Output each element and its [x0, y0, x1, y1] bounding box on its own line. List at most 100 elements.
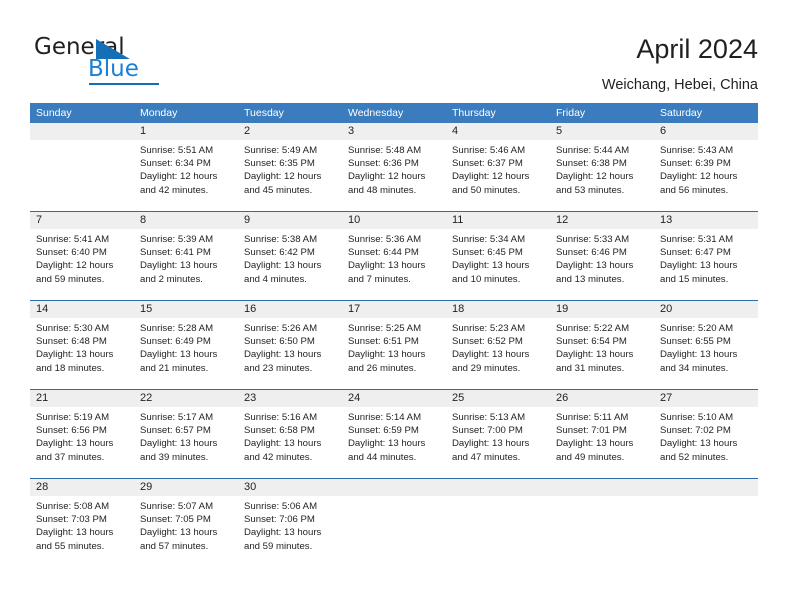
day-cell[interactable]: 3 Sunrise: 5:48 AM Sunset: 6:36 PM Dayli…	[342, 123, 446, 211]
daylight-line1: Daylight: 13 hours	[452, 260, 530, 272]
day-cell[interactable]: 24 Sunrise: 5:14 AM Sunset: 6:59 PM Dayl…	[342, 390, 446, 478]
sunset-text: Sunset: 6:42 PM	[244, 247, 315, 259]
daylight-line2: and 50 minutes.	[452, 184, 521, 196]
sunrise-text: Sunrise: 5:26 AM	[244, 323, 318, 334]
day-details: Sunrise: 5:36 AM Sunset: 6:44 PM Dayligh…	[342, 229, 446, 286]
daylight-line2: and 23 minutes.	[244, 362, 313, 374]
sunset-text: Sunset: 6:46 PM	[556, 247, 627, 259]
sunrise-text: Sunrise: 5:25 AM	[348, 323, 422, 334]
day-number	[30, 123, 134, 140]
day-number: 10	[342, 212, 446, 229]
day-number: 23	[238, 390, 342, 407]
daylight-line1: Daylight: 13 hours	[36, 527, 114, 539]
day-number: 6	[654, 123, 758, 140]
day-cell[interactable]: 29 Sunrise: 5:07 AM Sunset: 7:05 PM Dayl…	[134, 479, 238, 567]
weekday-header-friday: Friday	[556, 107, 586, 119]
sunset-text: Sunset: 6:47 PM	[660, 247, 731, 259]
daylight-line2: and 49 minutes.	[556, 451, 625, 463]
sunrise-text: Sunrise: 5:19 AM	[36, 412, 110, 423]
daylight-line2: and 59 minutes.	[36, 273, 105, 285]
day-cell[interactable]: 30 Sunrise: 5:06 AM Sunset: 7:06 PM Dayl…	[238, 479, 342, 567]
sunrise-text: Sunrise: 5:08 AM	[36, 501, 110, 512]
day-cell[interactable]: 2 Sunrise: 5:49 AM Sunset: 6:35 PM Dayli…	[238, 123, 342, 211]
day-details: Sunrise: 5:13 AM Sunset: 7:00 PM Dayligh…	[446, 407, 550, 464]
day-details: Sunrise: 5:23 AM Sunset: 6:52 PM Dayligh…	[446, 318, 550, 375]
daylight-line2: and 42 minutes.	[244, 451, 313, 463]
day-cell[interactable]	[654, 479, 758, 567]
daylight-line1: Daylight: 13 hours	[140, 349, 218, 361]
day-cell[interactable]	[550, 479, 654, 567]
sunrise-text: Sunrise: 5:07 AM	[140, 501, 214, 512]
day-number: 13	[654, 212, 758, 229]
day-cell[interactable]: 27 Sunrise: 5:10 AM Sunset: 7:02 PM Dayl…	[654, 390, 758, 478]
general-blue-logo[interactable]: General Blue	[34, 36, 214, 88]
day-cell[interactable]: 4 Sunrise: 5:46 AM Sunset: 6:37 PM Dayli…	[446, 123, 550, 211]
sunset-text: Sunset: 6:57 PM	[140, 425, 211, 437]
daylight-line1: Daylight: 13 hours	[348, 260, 426, 272]
day-cell[interactable]: 8 Sunrise: 5:39 AM Sunset: 6:41 PM Dayli…	[134, 212, 238, 300]
day-cell[interactable]: 5 Sunrise: 5:44 AM Sunset: 6:38 PM Dayli…	[550, 123, 654, 211]
day-cell[interactable]: 6 Sunrise: 5:43 AM Sunset: 6:39 PM Dayli…	[654, 123, 758, 211]
weekday-header-sunday: Sunday	[36, 107, 72, 119]
day-details: Sunrise: 5:26 AM Sunset: 6:50 PM Dayligh…	[238, 318, 342, 375]
daylight-line2: and 2 minutes.	[140, 273, 203, 285]
daylight-line2: and 31 minutes.	[556, 362, 625, 374]
day-number: 21	[30, 390, 134, 407]
day-details: Sunrise: 5:17 AM Sunset: 6:57 PM Dayligh…	[134, 407, 238, 464]
day-cell[interactable]: 13 Sunrise: 5:31 AM Sunset: 6:47 PM Dayl…	[654, 212, 758, 300]
day-details: Sunrise: 5:11 AM Sunset: 7:01 PM Dayligh…	[550, 407, 654, 464]
logo-underline	[89, 83, 159, 85]
daylight-line1: Daylight: 13 hours	[660, 438, 738, 450]
day-number	[446, 479, 550, 496]
sunrise-text: Sunrise: 5:11 AM	[556, 412, 629, 423]
daylight-line2: and 42 minutes.	[140, 184, 209, 196]
day-number: 25	[446, 390, 550, 407]
daylight-line1: Daylight: 13 hours	[36, 349, 114, 361]
day-cell[interactable]: 15 Sunrise: 5:28 AM Sunset: 6:49 PM Dayl…	[134, 301, 238, 389]
day-cell[interactable]: 11 Sunrise: 5:34 AM Sunset: 6:45 PM Dayl…	[446, 212, 550, 300]
day-cell[interactable]: 9 Sunrise: 5:38 AM Sunset: 6:42 PM Dayli…	[238, 212, 342, 300]
sunset-text: Sunset: 6:44 PM	[348, 247, 419, 259]
daylight-line2: and 56 minutes.	[660, 184, 729, 196]
day-cell[interactable]: 18 Sunrise: 5:23 AM Sunset: 6:52 PM Dayl…	[446, 301, 550, 389]
page-title: April 2024	[636, 34, 758, 64]
day-cell[interactable]: 7 Sunrise: 5:41 AM Sunset: 6:40 PM Dayli…	[30, 212, 134, 300]
day-cell[interactable]: 21 Sunrise: 5:19 AM Sunset: 6:56 PM Dayl…	[30, 390, 134, 478]
sunrise-text: Sunrise: 5:44 AM	[556, 145, 630, 156]
day-cell[interactable]: 22 Sunrise: 5:17 AM Sunset: 6:57 PM Dayl…	[134, 390, 238, 478]
day-details: Sunrise: 5:22 AM Sunset: 6:54 PM Dayligh…	[550, 318, 654, 375]
daylight-line1: Daylight: 13 hours	[660, 260, 738, 272]
daylight-line1: Daylight: 13 hours	[660, 349, 738, 361]
day-cell[interactable]: 14 Sunrise: 5:30 AM Sunset: 6:48 PM Dayl…	[30, 301, 134, 389]
day-cell[interactable]: 10 Sunrise: 5:36 AM Sunset: 6:44 PM Dayl…	[342, 212, 446, 300]
day-cell[interactable]: 25 Sunrise: 5:13 AM Sunset: 7:00 PM Dayl…	[446, 390, 550, 478]
day-cell[interactable]	[446, 479, 550, 567]
day-cell[interactable]: 12 Sunrise: 5:33 AM Sunset: 6:46 PM Dayl…	[550, 212, 654, 300]
week-row: 7 Sunrise: 5:41 AM Sunset: 6:40 PM Dayli…	[30, 211, 758, 300]
day-number: 8	[134, 212, 238, 229]
sunset-text: Sunset: 7:00 PM	[452, 425, 523, 437]
day-cell[interactable]	[30, 123, 134, 211]
day-cell[interactable]: 19 Sunrise: 5:22 AM Sunset: 6:54 PM Dayl…	[550, 301, 654, 389]
sunrise-text: Sunrise: 5:28 AM	[140, 323, 214, 334]
day-cell[interactable]: 16 Sunrise: 5:26 AM Sunset: 6:50 PM Dayl…	[238, 301, 342, 389]
daylight-line2: and 21 minutes.	[140, 362, 209, 374]
day-cell[interactable]: 20 Sunrise: 5:20 AM Sunset: 6:55 PM Dayl…	[654, 301, 758, 389]
sunset-text: Sunset: 6:39 PM	[660, 158, 731, 170]
sunrise-text: Sunrise: 5:34 AM	[452, 234, 526, 245]
sunrise-text: Sunrise: 5:16 AM	[244, 412, 318, 423]
day-cell[interactable]	[342, 479, 446, 567]
daylight-line1: Daylight: 13 hours	[556, 438, 634, 450]
day-number: 1	[134, 123, 238, 140]
day-cell[interactable]: 26 Sunrise: 5:11 AM Sunset: 7:01 PM Dayl…	[550, 390, 654, 478]
day-number: 18	[446, 301, 550, 318]
day-cell[interactable]: 1 Sunrise: 5:51 AM Sunset: 6:34 PM Dayli…	[134, 123, 238, 211]
day-cell[interactable]: 17 Sunrise: 5:25 AM Sunset: 6:51 PM Dayl…	[342, 301, 446, 389]
day-cell[interactable]: 23 Sunrise: 5:16 AM Sunset: 6:58 PM Dayl…	[238, 390, 342, 478]
day-details: Sunrise: 5:19 AM Sunset: 6:56 PM Dayligh…	[30, 407, 134, 464]
daylight-line2: and 55 minutes.	[36, 540, 105, 552]
daylight-line2: and 18 minutes.	[36, 362, 105, 374]
day-cell[interactable]: 28 Sunrise: 5:08 AM Sunset: 7:03 PM Dayl…	[30, 479, 134, 567]
day-number	[550, 479, 654, 496]
sunrise-text: Sunrise: 5:31 AM	[660, 234, 734, 245]
